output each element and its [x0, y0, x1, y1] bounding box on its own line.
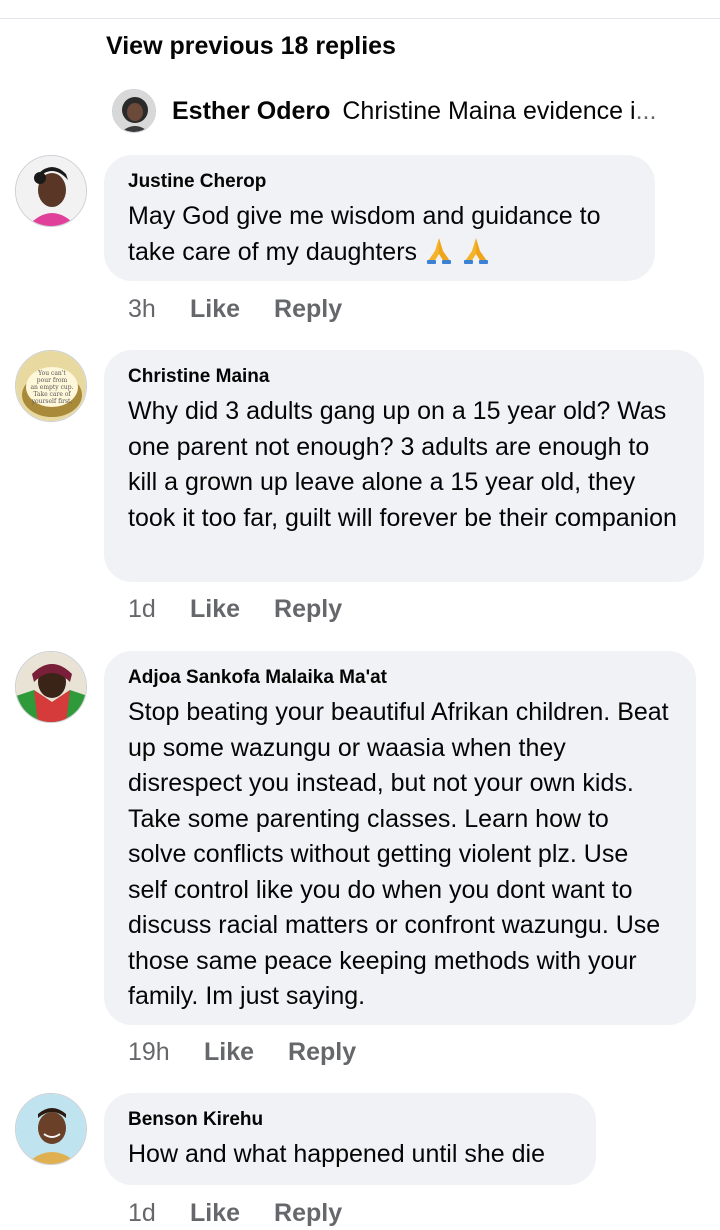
comment-actions: 3h Like Reply — [128, 295, 376, 324]
praying-hands-icon — [463, 237, 488, 264]
svg-text:pour from: pour from — [37, 377, 68, 384]
comment-author[interactable]: Christine Maina — [128, 366, 680, 388]
comment-actions: 1d Like Reply — [128, 1199, 376, 1228]
reply-ellipsis: ... — [635, 96, 657, 125]
comment-bubble[interactable]: Justine Cherop May God give me wisdom an… — [104, 155, 655, 281]
comment-text: Why did 3 adults gang up on a 15 year ol… — [128, 397, 677, 532]
comment-actions: 19h Like Reply — [128, 1038, 390, 1067]
comment-timestamp[interactable]: 1d — [128, 595, 190, 624]
reply-preview[interactable]: Esther Odero Christine Maina evidence i … — [112, 88, 712, 134]
praying-hands-emoji — [424, 237, 491, 266]
avatar[interactable] — [15, 155, 87, 227]
reply-author-name[interactable]: Esther Odero — [172, 97, 330, 126]
comment-timestamp[interactable]: 19h — [128, 1038, 204, 1067]
comment-body: May God give me wisdom and guidance to t… — [128, 202, 601, 266]
comment-text: May God give me wisdom and guidance to t… — [128, 199, 631, 270]
view-previous-replies-link[interactable]: View previous 18 replies — [106, 32, 396, 61]
svg-text:an empty cup.: an empty cup. — [30, 384, 73, 391]
avatar[interactable] — [112, 89, 156, 133]
comment-timestamp[interactable]: 3h — [128, 295, 190, 324]
like-button[interactable]: Like — [190, 1199, 240, 1228]
comment-bubble[interactable]: Benson Kirehu How and what happened unti… — [104, 1093, 596, 1185]
comment-author[interactable]: Benson Kirehu — [128, 1109, 572, 1131]
reply-button[interactable]: Reply — [288, 1038, 356, 1067]
svg-text:yourself first.: yourself first. — [31, 398, 73, 405]
svg-text:Take care of: Take care of — [33, 391, 71, 398]
comment-actions: 1d Like Reply — [128, 595, 376, 624]
top-divider — [0, 18, 720, 19]
comment-timestamp[interactable]: 1d — [128, 1199, 190, 1228]
reply-snippet: Christine Maina evidence i — [342, 96, 636, 125]
svg-text:You can't: You can't — [37, 370, 66, 377]
reply-button[interactable]: Reply — [274, 295, 342, 324]
reply-button[interactable]: Reply — [274, 1199, 342, 1228]
comment-text: How and what happened until she die — [128, 1140, 545, 1168]
comment-bubble[interactable]: Adjoa Sankofa Malaika Ma'at Stop beating… — [104, 651, 696, 1025]
avatar[interactable] — [15, 1093, 87, 1165]
comment-bubble[interactable]: Christine Maina Why did 3 adults gang up… — [104, 350, 704, 582]
comment-text: Stop beating your beautiful Afrikan chil… — [128, 698, 669, 1010]
avatar[interactable]: You can't pour from an empty cup. Take c… — [15, 350, 87, 422]
comment-author[interactable]: Adjoa Sankofa Malaika Ma'at — [128, 667, 672, 689]
reply-button[interactable]: Reply — [274, 595, 342, 624]
avatar[interactable] — [15, 651, 87, 723]
like-button[interactable]: Like — [204, 1038, 254, 1067]
praying-hands-icon — [427, 237, 451, 264]
comment-author[interactable]: Justine Cherop — [128, 171, 631, 193]
like-button[interactable]: Like — [190, 595, 240, 624]
like-button[interactable]: Like — [190, 295, 240, 324]
